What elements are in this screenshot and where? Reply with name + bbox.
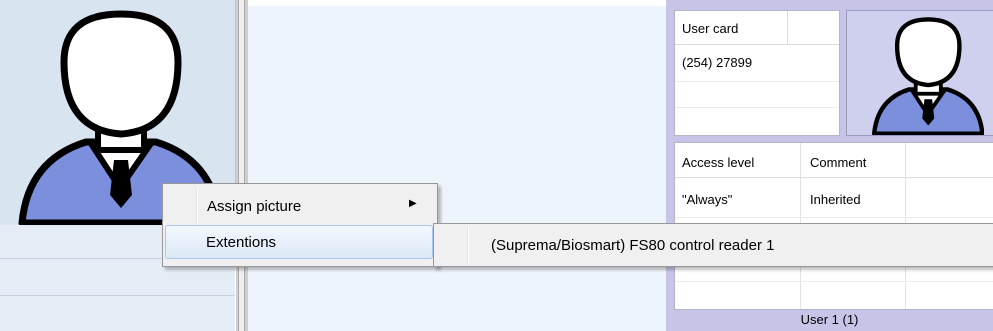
row-divider (0, 295, 235, 296)
menu-item-label: Extentions (206, 234, 277, 251)
chevron-right-icon: ▶ (409, 198, 417, 209)
menu-item-assign-picture[interactable]: Assign picture ▶ (165, 189, 433, 221)
row-divider (675, 281, 993, 282)
submenu-item-fs80-reader[interactable]: (Suprema/Biosmart) FS80 control reader 1 (436, 228, 992, 260)
row-divider (675, 107, 839, 108)
context-menu: Assign picture ▶ Extentions (162, 183, 438, 267)
menu-item-label: Assign picture (207, 198, 302, 215)
panel-splitter[interactable] (236, 0, 248, 331)
column-header-comment[interactable]: Comment (810, 155, 866, 170)
user-card-table[interactable]: User card (254) 27899 (674, 10, 840, 136)
row-divider (675, 81, 839, 82)
extentions-submenu: (Suprema/Biosmart) FS80 control reader 1 (433, 223, 993, 267)
column-separator (787, 11, 788, 44)
comment-cell[interactable]: Inherited (810, 192, 861, 207)
user-card-value[interactable]: (254) 27899 (682, 55, 752, 70)
user-avatar-icon (872, 17, 984, 135)
menu-item-extentions[interactable]: Extentions (165, 225, 433, 259)
column-header-access-level[interactable]: Access level (682, 155, 754, 170)
user-thumbnail[interactable] (846, 10, 993, 136)
selected-user-label: User 1 (1) (800, 312, 859, 327)
row-divider (675, 217, 993, 218)
access-level-cell[interactable]: "Always" (682, 192, 732, 207)
top-strip (248, 0, 666, 6)
access-table-header: Access level Comment (675, 143, 993, 178)
user-card-column-header: User card (682, 21, 739, 36)
user-card-header[interactable]: User card (675, 11, 839, 45)
main-content-area (248, 0, 666, 331)
submenu-item-label: (Suprema/Biosmart) FS80 control reader 1 (491, 237, 775, 254)
